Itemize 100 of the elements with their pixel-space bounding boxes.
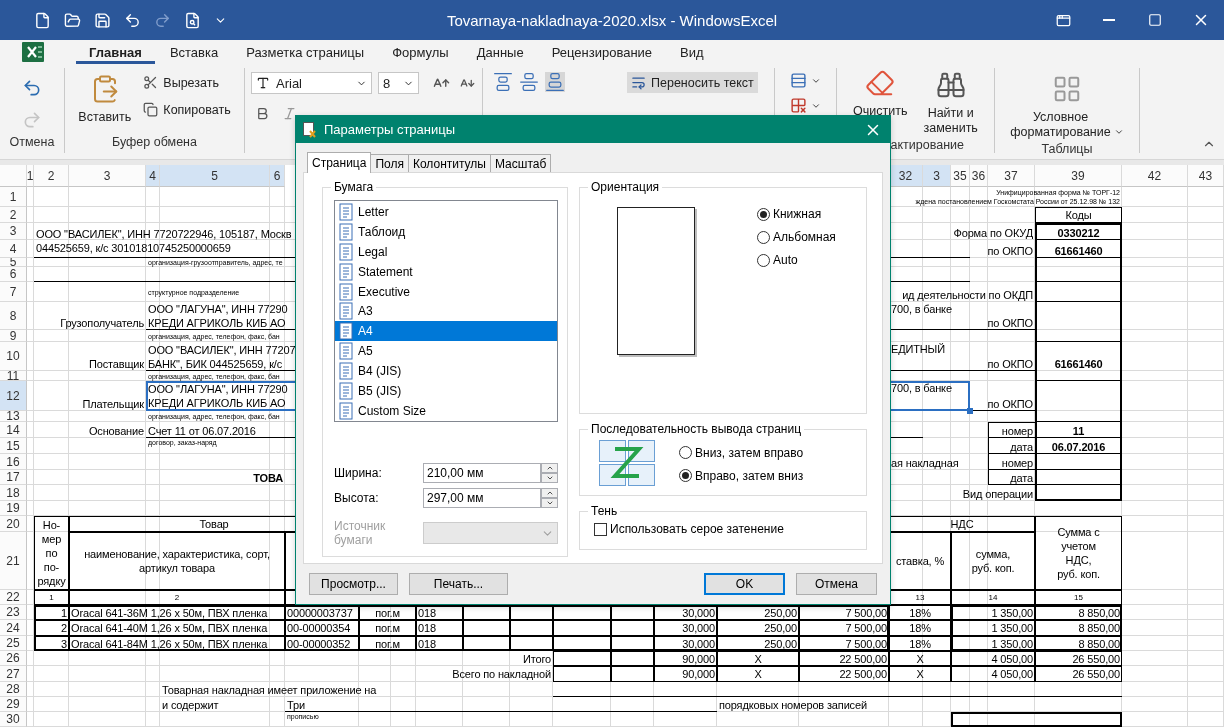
radio-button[interactable] [679, 469, 692, 482]
new-file-icon[interactable] [34, 11, 51, 29]
ribbon-tab[interactable]: Рецензирование [538, 40, 666, 64]
row-header[interactable]: 4 [0, 240, 27, 258]
ribbon-tab[interactable]: Формулы [379, 40, 462, 64]
row-header[interactable]: 18 [0, 485, 27, 501]
list-item[interactable]: Legal [335, 241, 557, 262]
column-header[interactable]: 42 [1122, 165, 1188, 187]
radio-button[interactable] [757, 230, 770, 244]
row-header[interactable]: 1 [0, 187, 27, 207]
row-header[interactable]: 29 [0, 697, 27, 712]
print-preview-icon[interactable] [184, 11, 201, 29]
ribbon-tab[interactable]: Вставка [156, 40, 232, 64]
row-header[interactable]: 28 [0, 682, 27, 697]
font-size-select[interactable]: 8 [378, 72, 419, 94]
column-header[interactable]: 3 [923, 165, 951, 187]
row-header[interactable]: 12 [0, 381, 27, 411]
list-item[interactable]: A5 [335, 341, 557, 362]
column-header[interactable]: 3 [69, 165, 146, 187]
row-header[interactable]: 16 [0, 454, 27, 470]
conditional-formatting-button[interactable]: Условное форматирование [1006, 72, 1128, 142]
list-item[interactable]: B4 (JIS) [335, 361, 557, 382]
copy-button[interactable]: Копировать [139, 99, 235, 120]
paper-size-list[interactable]: Letter Таблоид Legal Statement Executive A3 A4 A5 B4 (JIS) B5 (JIS) Custom Size [334, 200, 558, 422]
italic-icon[interactable] [282, 106, 297, 121]
insert-rows-icon[interactable] [790, 72, 807, 89]
spin-down-button[interactable] [541, 473, 558, 483]
width-field[interactable]: 210,00 мм [423, 463, 541, 483]
align-middle-icon[interactable] [519, 72, 539, 92]
list-item[interactable]: Custom Size [335, 401, 557, 421]
column-header[interactable]: 36 [970, 165, 988, 187]
row-header[interactable]: 22 [0, 590, 27, 605]
ribbon-tab[interactable]: Данные [463, 40, 537, 64]
row-header[interactable]: 6 [0, 267, 27, 282]
list-item[interactable]: A4 [335, 321, 557, 342]
delete-cells-icon[interactable] [790, 97, 807, 114]
row-header[interactable]: 19 [0, 501, 27, 516]
column-header[interactable]: 5 [160, 165, 270, 187]
row-header[interactable]: 10 [0, 342, 27, 371]
ribbon-tab[interactable]: Разметка страницы [233, 40, 378, 64]
list-item[interactable]: Executive [335, 281, 557, 302]
row-header[interactable]: 21 [0, 532, 27, 590]
ribbon-tab[interactable]: Главная [76, 40, 155, 64]
height-field[interactable]: 297,00 мм [423, 488, 541, 508]
dialog-button[interactable]: Отмена [796, 573, 877, 595]
list-item[interactable]: B5 (JIS) [335, 381, 557, 402]
column-header[interactable]: 32 [889, 165, 923, 187]
redo-icon[interactable] [154, 11, 171, 29]
list-item[interactable]: A3 [335, 301, 557, 322]
row-header[interactable]: 23 [0, 605, 27, 620]
list-item[interactable]: Letter [335, 202, 557, 222]
row-header[interactable]: 27 [0, 666, 27, 682]
find-button[interactable]: Найти и заменить [919, 68, 982, 138]
font-name-select[interactable]: Arial [251, 72, 372, 94]
folder-icon[interactable] [64, 11, 81, 29]
clear-button[interactable]: Очистить [849, 66, 912, 121]
fill-handle[interactable] [967, 408, 973, 414]
dialog-button[interactable]: Просмотр... [309, 573, 398, 595]
column-header[interactable]: 4 [146, 165, 160, 187]
bold-icon[interactable] [255, 106, 270, 121]
row-header[interactable]: 8 [0, 302, 27, 330]
row-header[interactable]: 15 [0, 438, 27, 454]
dialog-button[interactable]: OK [704, 573, 785, 595]
radio-button[interactable] [679, 446, 692, 459]
spin-up-button[interactable] [541, 463, 558, 473]
row-header[interactable]: 30 [0, 712, 27, 727]
undo-icon[interactable] [124, 11, 141, 29]
align-bottom-icon[interactable] [545, 72, 565, 92]
wrap-text-button[interactable]: Переносить текст [627, 72, 758, 93]
row-header[interactable]: 26 [0, 651, 27, 666]
column-header[interactable]: 43 [1188, 165, 1224, 187]
dialog-button[interactable]: Печать... [409, 573, 508, 595]
column-header[interactable]: 2 [34, 165, 69, 187]
checkbox[interactable] [594, 522, 607, 536]
row-header[interactable]: 9 [0, 330, 27, 342]
undo-icon[interactable] [22, 77, 42, 98]
column-header[interactable]: 35 [951, 165, 970, 187]
paste-button[interactable]: Вставить [74, 72, 136, 127]
row-header[interactable]: 17 [0, 470, 27, 485]
row-header[interactable]: 3 [0, 223, 27, 240]
dialog-tab[interactable]: Страница [307, 152, 372, 173]
list-item[interactable]: Statement [335, 261, 557, 282]
align-top-icon[interactable] [493, 72, 513, 92]
dialog-tab[interactable]: Колонтитулы [407, 154, 491, 172]
radio-button[interactable] [757, 253, 770, 267]
row-header[interactable]: 2 [0, 207, 27, 223]
dialog-tab[interactable]: Масштаб [489, 154, 552, 172]
column-header[interactable]: 6 [270, 165, 285, 187]
cut-button[interactable]: Вырезать [139, 72, 223, 93]
spin-down-button[interactable] [541, 498, 558, 508]
spin-up-button[interactable] [541, 488, 558, 498]
ribbon-tab[interactable]: Вид [667, 40, 717, 64]
column-header[interactable]: 39 [1035, 165, 1122, 187]
row-header[interactable]: 24 [0, 620, 27, 636]
radio-button[interactable] [757, 207, 770, 221]
list-item[interactable]: Таблоид [335, 221, 557, 242]
row-header[interactable]: 14 [0, 422, 27, 438]
row-header[interactable]: 25 [0, 636, 27, 651]
row-header[interactable]: 20 [0, 516, 27, 532]
column-header[interactable]: 37 [988, 165, 1035, 187]
